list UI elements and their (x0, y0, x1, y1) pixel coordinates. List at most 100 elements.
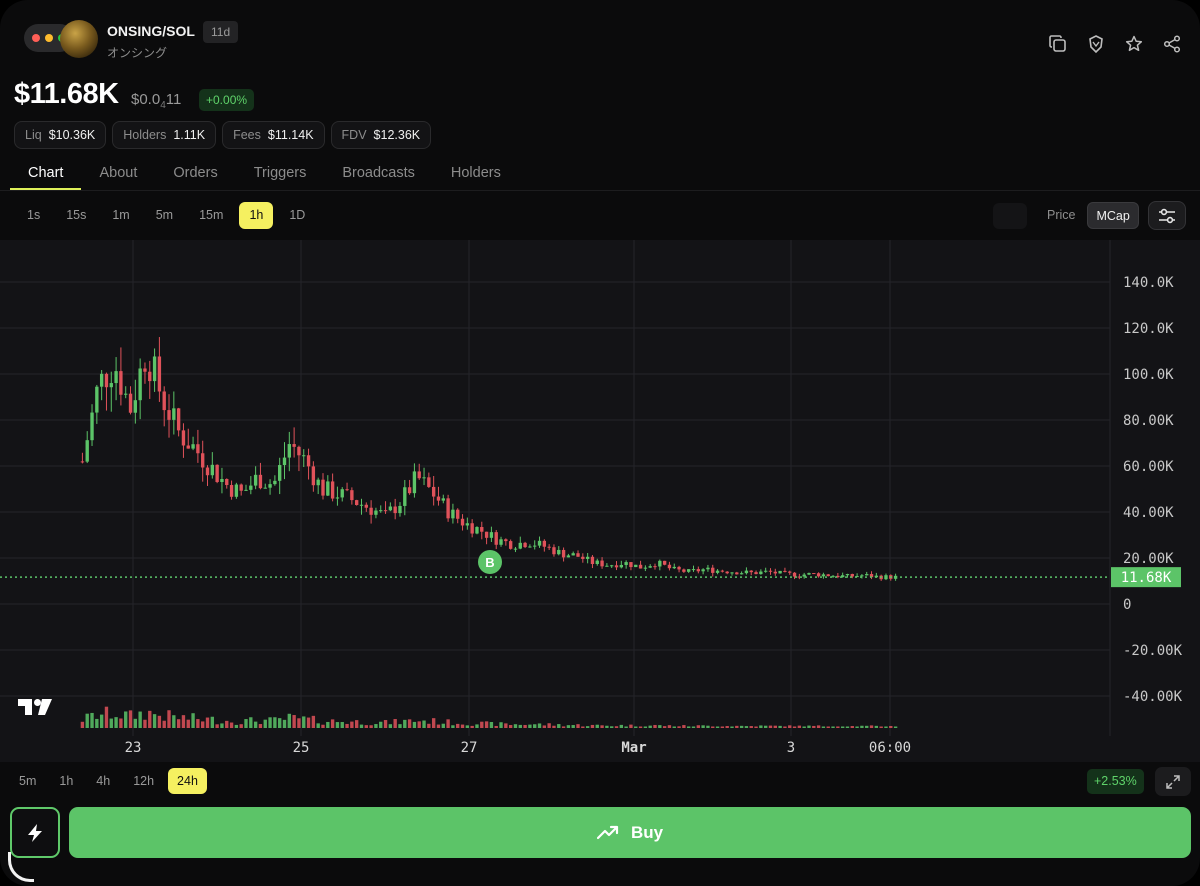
candle-body (735, 572, 739, 575)
interval-1d[interactable]: 1D (279, 202, 315, 229)
interval-1m[interactable]: 1m (102, 202, 139, 229)
volume-bar (215, 724, 219, 728)
volume-bar (629, 724, 633, 728)
candle-body (133, 400, 138, 413)
copy-icon[interactable] (1048, 34, 1068, 54)
minimize-dot-icon[interactable] (45, 34, 53, 42)
share-icon[interactable] (1162, 34, 1182, 54)
stat-label: Fees (233, 128, 261, 142)
range-4h[interactable]: 4h (87, 768, 119, 794)
candle-body (253, 474, 258, 486)
volume-bar (451, 725, 455, 728)
volume-bar (282, 719, 287, 728)
volume-bar (850, 726, 854, 728)
volume-bar (99, 714, 104, 728)
tab-chart[interactable]: Chart (10, 158, 82, 190)
candle-body (658, 560, 662, 567)
view-mode-price[interactable]: Price (1039, 202, 1083, 229)
tab-broadcasts[interactable]: Broadcasts (324, 158, 433, 190)
candle-body (191, 444, 195, 449)
star-icon[interactable] (1124, 34, 1144, 54)
candle-body (417, 471, 421, 479)
interval-1h[interactable]: 1h (239, 202, 274, 229)
volume-bar (119, 718, 123, 728)
candle-body (624, 562, 628, 565)
chart-tool-button[interactable] (993, 203, 1027, 229)
stat-holders[interactable]: Holders 1.11K (112, 121, 217, 149)
interval-15m[interactable]: 15m (189, 202, 233, 229)
range-12h[interactable]: 12h (124, 768, 163, 794)
quick-buy-button[interactable] (10, 807, 60, 858)
candle-body (480, 527, 484, 532)
volume-bar (662, 726, 667, 728)
volume-bar (201, 721, 205, 728)
volume-bar (638, 726, 643, 728)
tab-triggers[interactable]: Triggers (236, 158, 325, 190)
tab-holders[interactable]: Holders (433, 158, 519, 190)
x-axis-label: 06:00 (869, 740, 911, 756)
candle-body (278, 465, 282, 481)
candle-body (124, 393, 128, 395)
volume-bar (855, 726, 859, 728)
candle-body (653, 566, 657, 568)
volume-bar (845, 726, 850, 728)
stat-fees[interactable]: Fees $11.14K (222, 121, 325, 149)
candle-body (292, 444, 296, 447)
interval-5m[interactable]: 5m (146, 202, 183, 229)
tradingview-icon (18, 699, 52, 715)
shield-icon[interactable] (1086, 34, 1106, 54)
candle-body (557, 549, 561, 555)
close-dot-icon[interactable] (32, 34, 40, 42)
price-chart[interactable]: 140.0K 120.0K 100.0K 80.00K 60.00K 40.00K 20.0… (0, 240, 1200, 762)
stat-label: FDV (341, 128, 367, 142)
volume-bar (600, 725, 604, 728)
candle-body (508, 541, 513, 549)
candle-body (172, 408, 176, 420)
candle-body (316, 479, 320, 486)
candle-body (104, 373, 109, 388)
candle-body (297, 446, 301, 456)
candle-body (475, 527, 479, 534)
volume-bar (143, 719, 147, 728)
volume-bar (326, 721, 330, 728)
tab-about[interactable]: About (81, 158, 155, 190)
candle-body (138, 368, 142, 401)
interval-1s[interactable]: 1s (17, 202, 50, 229)
range-5m[interactable]: 5m (10, 768, 45, 794)
range-1h[interactable]: 1h (50, 768, 82, 794)
app-window: ONSING/SOL 11d オンシング $11.68K $0.0411 +0.… (0, 0, 1200, 886)
candle-body (398, 505, 402, 514)
volume-bar (124, 711, 128, 728)
volume-bar (788, 725, 792, 728)
view-mode-mcap[interactable]: MCap (1087, 202, 1139, 229)
chart-settings-button[interactable] (1148, 201, 1186, 230)
range-24h[interactable]: 24h (168, 768, 207, 794)
fullscreen-button[interactable] (1155, 767, 1191, 796)
volume-bar (350, 721, 354, 728)
buy-button[interactable]: Buy (69, 807, 1191, 858)
candle-body (634, 564, 638, 568)
interval-15s[interactable]: 15s (56, 202, 96, 229)
volume-bar (220, 723, 224, 728)
candle-body (730, 572, 734, 574)
stat-fdv[interactable]: FDV $12.36K (330, 121, 432, 149)
y-axis-label: 80.00K (1123, 413, 1174, 429)
volume-bar (239, 724, 243, 728)
candle-body (739, 573, 744, 575)
y-axis-label: 20.00K (1123, 551, 1174, 567)
candle-body (383, 510, 388, 512)
candle-body (114, 371, 118, 384)
volume-bar (210, 716, 215, 728)
volume-bar (821, 726, 826, 728)
sliders-icon (1159, 208, 1175, 223)
volume-bar (234, 724, 239, 728)
tabs-divider (0, 190, 1200, 191)
tab-orders[interactable]: Orders (155, 158, 235, 190)
candle-body (711, 567, 715, 573)
volume-bar (273, 717, 277, 728)
candle-body (364, 504, 368, 508)
volume-bar (379, 721, 383, 728)
stat-liquidity[interactable]: Liq $10.36K (14, 121, 107, 149)
candlestick-chart[interactable]: 140.0K 120.0K 100.0K 80.00K 60.00K 40.00K 20.0… (0, 240, 1200, 762)
volume-bar (364, 725, 368, 728)
